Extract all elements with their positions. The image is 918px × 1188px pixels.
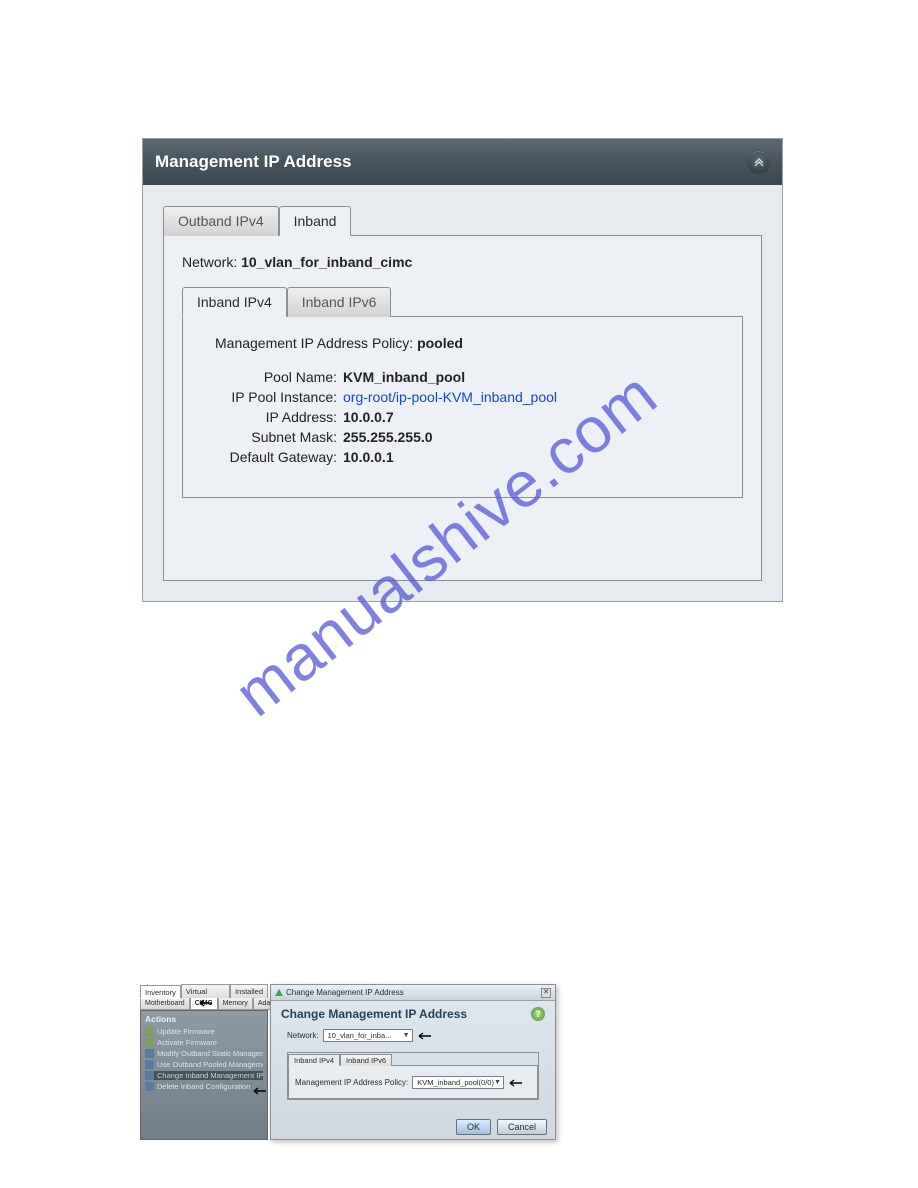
network-value: 10_vlan_for_inband_cimc <box>241 254 412 270</box>
kv-pool-name: Pool Name: KVM_inband_pool <box>203 369 722 385</box>
policy-field: Management IP Address Policy: KVM_inband… <box>295 1076 531 1089</box>
dialog-inner-body: Management IP Address Policy: KVM_inband… <box>288 1065 538 1099</box>
inner-tab-container: Inband IPv4 Inband IPv6 Management IP Ad… <box>182 286 743 498</box>
arrow-annotation-3 <box>252 1086 272 1096</box>
kv-default-gateway: Default Gateway: 10.0.0.1 <box>203 449 722 465</box>
arrow-annotation-5 <box>508 1078 528 1088</box>
tab-inband-ipv6[interactable]: Inband IPv6 <box>287 287 392 317</box>
default-gateway-label: Default Gateway: <box>203 449 343 465</box>
dialog-body: Change Management IP Address ? Network: … <box>271 1001 555 1100</box>
dialog-inner-box: Inband IPv4 Inband IPv6 Management IP Ad… <box>287 1052 539 1100</box>
subnet-mask-value: 255.255.255.0 <box>343 429 433 445</box>
chevron-down-icon: ▼ <box>494 1079 501 1086</box>
outer-tab-container: Outband IPv4 Inband Network: 10_vlan_for… <box>163 205 762 581</box>
arrow-annotation-2 <box>198 998 218 1008</box>
policy-combobox[interactable]: KVM_inband_pool(0/0) ▼ <box>412 1076 504 1089</box>
pool-name-label: Pool Name: <box>203 369 343 385</box>
policy-line: Management IP Address Policy: pooled <box>203 335 722 351</box>
app-icon <box>275 989 283 996</box>
outer-tab-content: Network: 10_vlan_for_inband_cimc Inband … <box>163 235 762 581</box>
action-label: Delete Inband Configuration <box>157 1082 250 1091</box>
subnet-mask-label: Subnet Mask: <box>203 429 343 445</box>
action-update-firmware[interactable]: Update Firmware <box>145 1027 263 1036</box>
composite-screenshot: Inventory Virtual Machines Installed F M… <box>140 984 556 1144</box>
network-label: Network: <box>287 1031 319 1040</box>
left-column: Inventory Virtual Machines Installed F M… <box>140 984 268 1144</box>
tab-virtual-machines[interactable]: Virtual Machines <box>181 984 230 998</box>
chevron-down-icon: ▼ <box>403 1032 410 1039</box>
ok-button[interactable]: OK <box>456 1119 491 1135</box>
panel-title: Management IP Address <box>155 152 352 172</box>
policy-combo-value: KVM_inband_pool(0/0) <box>417 1078 494 1087</box>
policy-label: Management IP Address Policy: <box>215 335 413 351</box>
dialog-heading-row: Change Management IP Address ? <box>281 1007 545 1021</box>
kv-ip-pool-instance: IP Pool Instance: org-root/ip-pool-KVM_i… <box>203 389 722 405</box>
network-combo-value: 10_vlan_for_inba... <box>328 1031 392 1040</box>
action-delete-inband-config[interactable]: Delete Inband Configuration <box>145 1082 263 1091</box>
management-ip-panel: Management IP Address Outband IPv4 Inban… <box>142 138 783 602</box>
ip-icon <box>145 1071 154 1080</box>
action-activate-firmware[interactable]: Activate Firmware <box>145 1038 263 1047</box>
top-tabstrip: Inventory Virtual Machines Installed F <box>140 984 268 998</box>
dialog-titlebar-title: Change Management IP Address <box>275 988 404 997</box>
pool-name-value: KVM_inband_pool <box>343 369 465 385</box>
network-combobox[interactable]: 10_vlan_for_inba... ▼ <box>323 1029 413 1042</box>
arrow-annotation-4 <box>417 1031 437 1041</box>
dlg-tab-inband-ipv4[interactable]: Inband IPv4 <box>288 1054 340 1066</box>
action-label: Change Inband Management IP <box>157 1071 263 1080</box>
dialog-close-button[interactable]: ✕ <box>541 988 551 998</box>
network-label: Network: <box>182 254 237 270</box>
ip-address-value: 10.0.0.7 <box>343 409 394 425</box>
collapse-button[interactable] <box>748 151 770 173</box>
ip-pool-instance-label: IP Pool Instance: <box>203 389 343 405</box>
ip-icon <box>145 1082 154 1091</box>
actions-panel: Actions Update Firmware Activate Firmwar… <box>140 1010 268 1140</box>
action-label: Modify Outband Static Management IP <box>157 1049 263 1058</box>
ip-icon <box>145 1060 154 1069</box>
default-gateway-value: 10.0.0.1 <box>343 449 394 465</box>
dlg-tab-inband-ipv6[interactable]: Inband IPv6 <box>340 1054 392 1066</box>
action-label: Activate Firmware <box>157 1038 217 1047</box>
ip-address-label: IP Address: <box>203 409 343 425</box>
chevron-up-double-icon <box>753 156 765 168</box>
action-label: Use Outband Pooled Management IP <box>157 1060 263 1069</box>
subtab-motherboard[interactable]: Motherboard <box>140 998 190 1010</box>
ip-icon <box>145 1049 154 1058</box>
network-line: Network: 10_vlan_for_inband_cimc <box>182 254 743 270</box>
kv-subnet-mask: Subnet Mask: 255.255.255.0 <box>203 429 722 445</box>
action-modify-outband-static[interactable]: Modify Outband Static Management IP <box>145 1049 263 1058</box>
action-label: Update Firmware <box>157 1027 215 1036</box>
dialog-buttons: OK Cancel <box>456 1119 547 1135</box>
subtab-memory[interactable]: Memory <box>218 998 253 1010</box>
inner-tab-content: Management IP Address Policy: pooled Poo… <box>182 316 743 498</box>
dialog-titlebar: Change Management IP Address ✕ <box>271 985 555 1001</box>
tab-inband-ipv4[interactable]: Inband IPv4 <box>182 287 287 317</box>
tab-installed-f[interactable]: Installed F <box>230 984 268 998</box>
ip-pool-instance-link[interactable]: org-root/ip-pool-KVM_inband_pool <box>343 389 557 405</box>
outer-tabstrip: Outband IPv4 Inband <box>163 205 762 235</box>
help-button[interactable]: ? <box>531 1007 545 1021</box>
cancel-button[interactable]: Cancel <box>497 1119 547 1135</box>
panel-titlebar: Management IP Address <box>143 139 782 185</box>
dlg-policy-label: Management IP Address Policy: <box>295 1078 408 1087</box>
inner-tabstrip: Inband IPv4 Inband IPv6 <box>182 286 743 316</box>
dialog-inner-tabstrip: Inband IPv4 Inband IPv6 <box>288 1053 538 1065</box>
action-change-inband-mgmt-ip[interactable]: Change Inband Management IP <box>145 1071 263 1080</box>
firmware-icon <box>145 1027 154 1036</box>
kv-ip-address: IP Address: 10.0.0.7 <box>203 409 722 425</box>
firmware-icon <box>145 1038 154 1047</box>
action-use-outband-pooled[interactable]: Use Outband Pooled Management IP <box>145 1060 263 1069</box>
change-mgmt-ip-dialog: Change Management IP Address ✕ Change Ma… <box>270 984 556 1140</box>
dialog-heading: Change Management IP Address <box>281 1007 467 1021</box>
actions-title: Actions <box>145 1014 263 1024</box>
panel-body: Outband IPv4 Inband Network: 10_vlan_for… <box>143 185 782 601</box>
policy-value: pooled <box>417 335 463 351</box>
dialog-tb-text: Change Management IP Address <box>286 988 404 997</box>
tab-inventory[interactable]: Inventory <box>140 985 181 999</box>
tab-inband[interactable]: Inband <box>279 206 352 236</box>
network-field: Network: 10_vlan_for_inba... ▼ <box>287 1029 545 1042</box>
tab-outband-ipv4[interactable]: Outband IPv4 <box>163 206 279 236</box>
